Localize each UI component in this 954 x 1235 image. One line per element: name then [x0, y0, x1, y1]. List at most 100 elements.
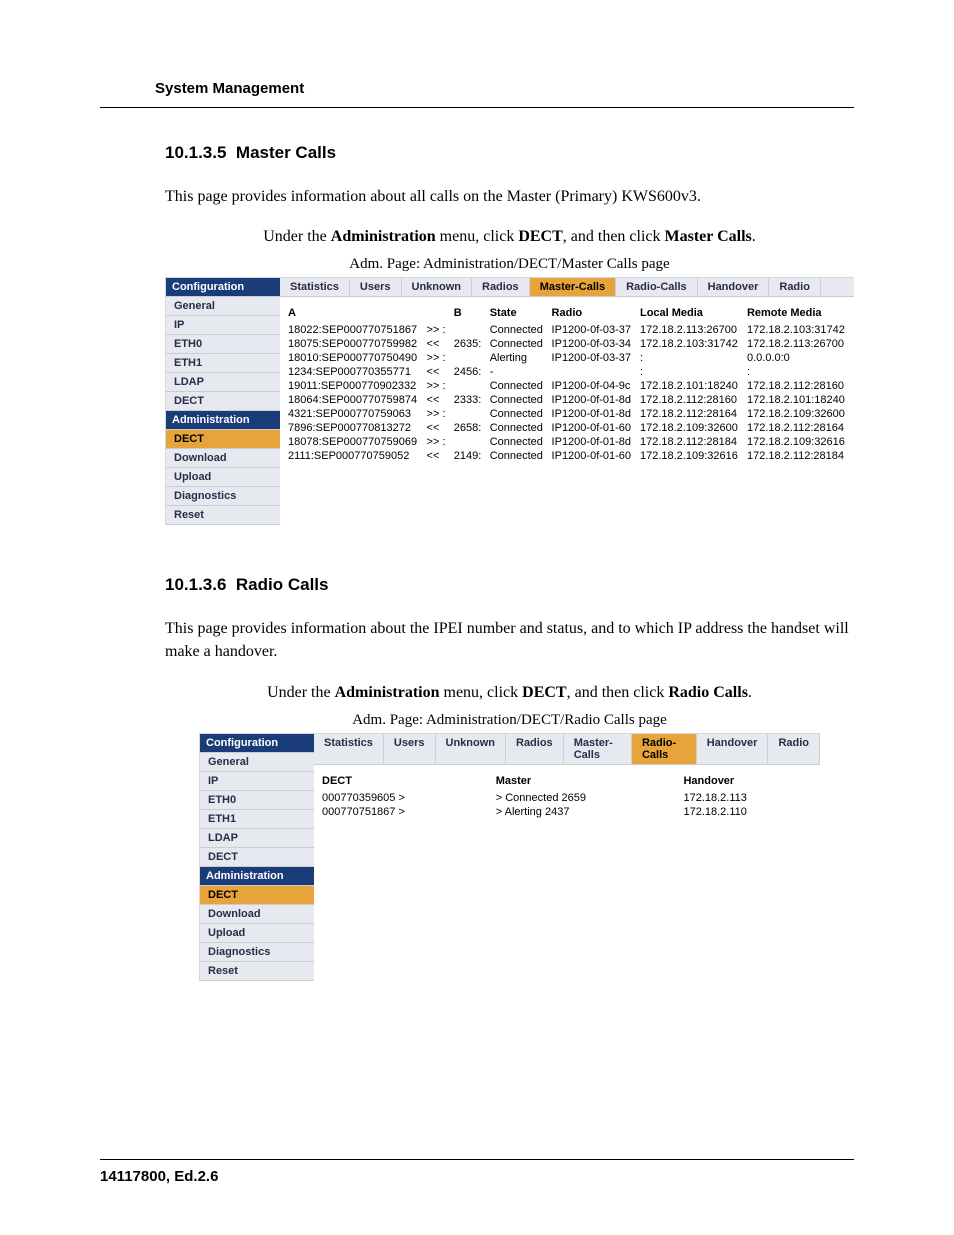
section-num: 10.1.3.5 [165, 143, 226, 162]
cell: > Alerting 2437 [492, 805, 680, 819]
cell: : [636, 351, 743, 365]
cell: 172.18.2.112:28160 [636, 393, 743, 407]
tab-users[interactable]: Users [384, 734, 436, 764]
cell: 7896:SEP000770813272 [284, 421, 423, 435]
cell: : [743, 365, 850, 379]
cell: 172.18.2.110 [679, 805, 816, 819]
cell: 0.0.0.0:0 [743, 351, 850, 365]
master-calls-table: ABStateRadioLocal MediaRemote Media 1802… [284, 303, 850, 463]
tab-radios[interactable]: Radios [506, 734, 564, 764]
cell: 172.18.2.113:26700 [743, 337, 850, 351]
sidebar: Configuration General IP ETH0 ETH1 LDAP … [166, 278, 280, 525]
sidebar-item-dect[interactable]: DECT [166, 392, 280, 411]
col-header: Master [492, 771, 680, 791]
figure-caption: Adm. Page: Administration/DECT/Radio Cal… [165, 712, 854, 729]
section-title: 10.1.3.5 Master Calls [165, 143, 854, 163]
cell: 172.18.2.109:32616 [743, 435, 850, 449]
tab-radio-calls[interactable]: Radio-Calls [632, 734, 697, 764]
sidebar-item-upload[interactable]: Upload [166, 468, 280, 487]
cell: >> : [423, 379, 450, 393]
cell: IP1200-0f-01-8d [548, 393, 636, 407]
tab-users[interactable]: Users [350, 278, 402, 296]
cell [450, 351, 486, 365]
sidebar-item-eth1[interactable]: ETH1 [166, 354, 280, 373]
cell: 1234:SEP000770355771 [284, 365, 423, 379]
cell: >> : [423, 435, 450, 449]
tab-statistics[interactable]: Statistics [280, 278, 350, 296]
tab-unknown[interactable]: Unknown [402, 278, 473, 296]
cell: 18078:SEP000770759069 [284, 435, 423, 449]
cell: Connected [486, 393, 548, 407]
section-name: Master Calls [236, 143, 336, 162]
sidebar-item-diagnostics[interactable]: Diagnostics [200, 943, 314, 962]
cell: Connected [486, 407, 548, 421]
cell: 172.18.2.112:28164 [636, 407, 743, 421]
cell: 172.18.2.109:32616 [636, 449, 743, 463]
cell: 172.18.2.103:31742 [636, 337, 743, 351]
sidebar-item-ldap[interactable]: LDAP [200, 829, 314, 848]
tab-radio[interactable]: Radio [769, 278, 821, 296]
section-name: Radio Calls [236, 575, 329, 594]
cell: << [423, 337, 450, 351]
tab-handover[interactable]: Handover [698, 278, 770, 296]
sidebar-item-admin-dect[interactable]: DECT [200, 886, 314, 905]
table-row: 18075:SEP000770759982<<2635:ConnectedIP1… [284, 337, 850, 351]
cell: IP1200-0f-04-9c [548, 379, 636, 393]
col-header: Local Media [636, 303, 743, 323]
cell: - [486, 365, 548, 379]
cell: 4321:SEP000770759063 [284, 407, 423, 421]
cell: 18064:SEP000770759874 [284, 393, 423, 407]
col-header: Radio [548, 303, 636, 323]
cell: 2635: [450, 337, 486, 351]
nav-text: Under the Administration menu, click DEC… [165, 228, 854, 246]
figure-caption: Adm. Page: Administration/DECT/Master Ca… [165, 256, 854, 273]
sidebar-item-ldap[interactable]: LDAP [166, 373, 280, 392]
cell [450, 323, 486, 337]
sidebar-item-upload[interactable]: Upload [200, 924, 314, 943]
cell: >> : [423, 407, 450, 421]
cell: IP1200-0f-01-60 [548, 449, 636, 463]
cell: 2333: [450, 393, 486, 407]
sidebar-item-ip[interactable]: IP [166, 316, 280, 335]
sidebar-item-diagnostics[interactable]: Diagnostics [166, 487, 280, 506]
sidebar-item-eth0[interactable]: ETH0 [166, 335, 280, 354]
sidebar-item-download[interactable]: Download [200, 905, 314, 924]
tab-radio[interactable]: Radio [768, 734, 820, 764]
cell [450, 435, 486, 449]
sidebar-item-general[interactable]: General [166, 297, 280, 316]
tab-radios[interactable]: Radios [472, 278, 530, 296]
tab-unknown[interactable]: Unknown [436, 734, 507, 764]
section-title: 10.1.3.6 Radio Calls [165, 575, 854, 595]
cell: 172.18.2.113 [679, 791, 816, 805]
cell: Connected [486, 435, 548, 449]
cell: Connected [486, 323, 548, 337]
tab-statistics[interactable]: Statistics [314, 734, 384, 764]
sidebar-item-reset[interactable]: Reset [166, 506, 280, 525]
cell: 2149: [450, 449, 486, 463]
tab-master-calls[interactable]: Master-Calls [564, 734, 632, 764]
tab-bar: StatisticsUsersUnknownRadiosMaster-Calls… [280, 278, 854, 297]
cell: IP1200-0f-03-37 [548, 323, 636, 337]
sidebar-item-reset[interactable]: Reset [200, 962, 314, 981]
intro-text: This page provides information about the… [165, 617, 854, 663]
table-row: 1234:SEP000770355771<<2456:-:: [284, 365, 850, 379]
cell: << [423, 365, 450, 379]
sidebar-item-ip[interactable]: IP [200, 772, 314, 791]
cell: << [423, 393, 450, 407]
cell [548, 365, 636, 379]
tab-radio-calls[interactable]: Radio-Calls [616, 278, 698, 296]
sidebar: Configuration General IP ETH0 ETH1 LDAP … [200, 734, 314, 981]
cell: 172.18.2.101:18240 [636, 379, 743, 393]
sidebar-item-dect[interactable]: DECT [200, 848, 314, 867]
sidebar-item-general[interactable]: General [200, 753, 314, 772]
sidebar-item-download[interactable]: Download [166, 449, 280, 468]
sidebar-item-admin-dect[interactable]: DECT [166, 430, 280, 449]
sidebar-item-eth1[interactable]: ETH1 [200, 810, 314, 829]
cell: 2658: [450, 421, 486, 435]
cell: >> : [423, 323, 450, 337]
table-row: 18022:SEP000770751867>> :ConnectedIP1200… [284, 323, 850, 337]
col-header: A [284, 303, 423, 323]
tab-master-calls[interactable]: Master-Calls [530, 278, 616, 296]
tab-handover[interactable]: Handover [697, 734, 769, 764]
sidebar-item-eth0[interactable]: ETH0 [200, 791, 314, 810]
